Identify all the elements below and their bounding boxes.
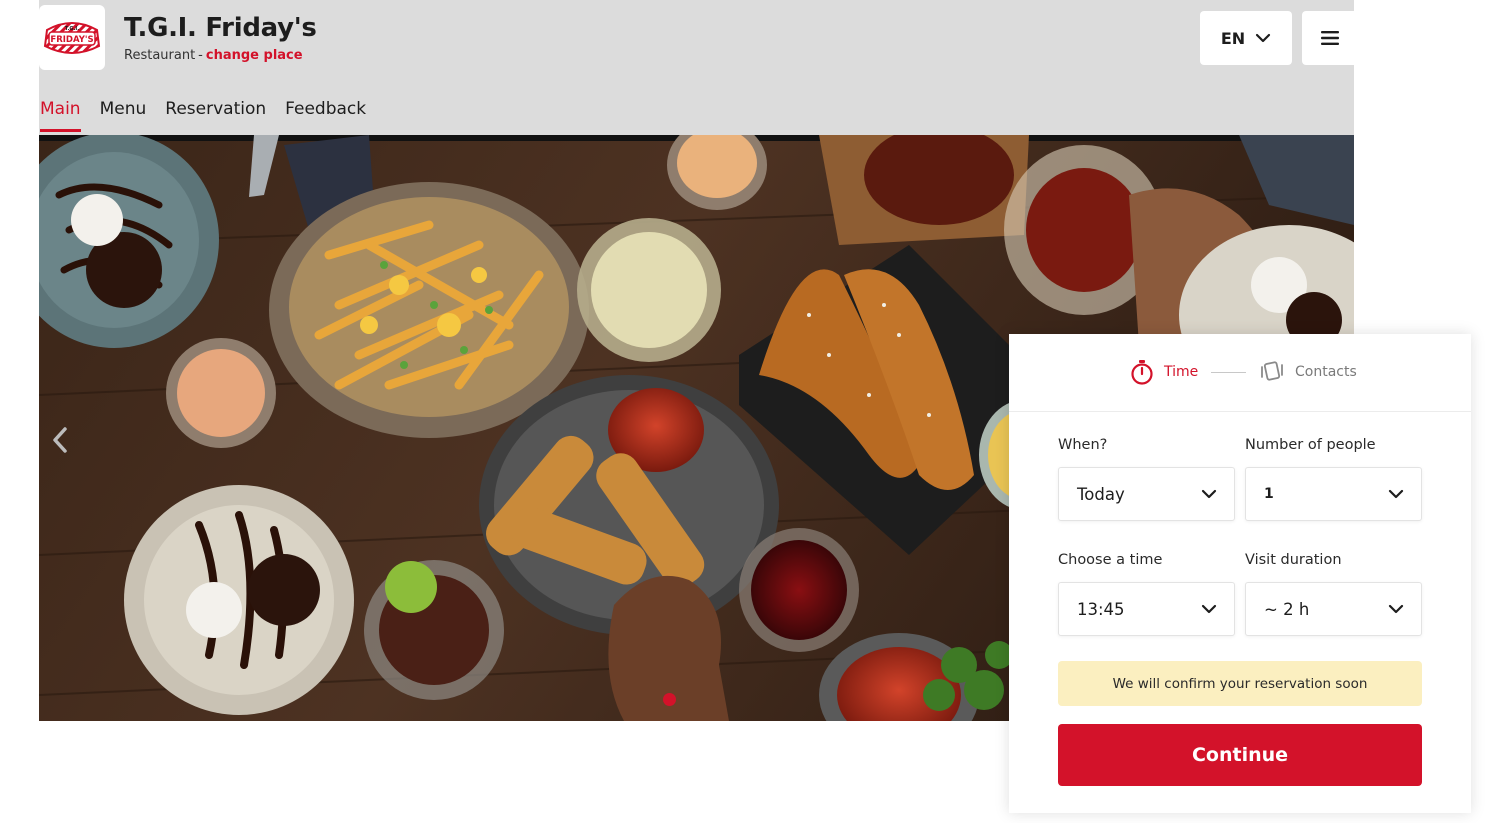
duration-label: Visit duration [1245, 552, 1342, 568]
step-time[interactable]: Time [1164, 364, 1198, 380]
people-select[interactable]: 1 [1245, 467, 1422, 521]
duration-value: ~ 2 h [1264, 599, 1310, 619]
main-nav: Main Menu Reservation Feedback [40, 99, 366, 132]
chevron-down-icon [1201, 604, 1217, 614]
confirmation-notice: We will confirm your reservation soon [1058, 661, 1422, 706]
restaurant-type: Restaurant [124, 48, 196, 63]
hamburger-menu-button[interactable] [1302, 11, 1358, 65]
restaurant-subtitle: Restaurant - change place [124, 48, 303, 63]
restaurant-name: T.G.I. Friday's [124, 13, 317, 43]
people-value: 1 [1264, 486, 1274, 502]
duration-select[interactable]: ~ 2 h [1245, 582, 1422, 636]
nav-item-main[interactable]: Main [40, 99, 81, 132]
chevron-left-icon [53, 427, 67, 453]
tgi-fridays-logo-icon: FRIDAY'S T.G.I. [43, 21, 101, 54]
nav-item-reservation[interactable]: Reservation [165, 99, 266, 132]
when-label: When? [1058, 437, 1108, 453]
chevron-down-icon [1388, 489, 1404, 499]
carousel-prev-button[interactable] [49, 425, 71, 455]
restaurant-logo[interactable]: FRIDAY'S T.G.I. [39, 5, 105, 70]
language-label: EN [1220, 28, 1246, 48]
continue-button[interactable]: Continue [1058, 724, 1422, 786]
carousel-dot-active[interactable] [663, 693, 676, 706]
time-select[interactable]: 13:45 [1058, 582, 1235, 636]
nav-item-menu[interactable]: Menu [100, 99, 147, 132]
people-label: Number of people [1245, 437, 1376, 453]
nav-item-feedback[interactable]: Feedback [285, 99, 366, 132]
subtitle-separator: - [198, 48, 203, 63]
svg-text:FRIDAY'S: FRIDAY'S [50, 35, 93, 45]
chevron-down-icon [1256, 33, 1271, 43]
language-selector[interactable]: EN [1200, 11, 1292, 65]
svg-text:T.G.I.: T.G.I. [65, 26, 79, 32]
when-select[interactable]: Today [1058, 467, 1235, 521]
chevron-down-icon [1388, 604, 1404, 614]
chevron-down-icon [1201, 489, 1217, 499]
when-value: Today [1077, 484, 1125, 504]
time-label: Choose a time [1058, 552, 1163, 568]
time-value: 13:45 [1077, 599, 1125, 619]
change-place-link[interactable]: change place [206, 48, 303, 63]
reservation-panel: Time Contacts When? Today Number of peop… [1009, 334, 1471, 813]
hamburger-icon [1321, 31, 1339, 45]
step-divider [1211, 372, 1246, 373]
step-contacts[interactable]: Contacts [1295, 364, 1357, 380]
contacts-icon [1261, 361, 1283, 381]
stopwatch-icon [1131, 360, 1153, 385]
reservation-steps: Time Contacts [1009, 334, 1471, 412]
